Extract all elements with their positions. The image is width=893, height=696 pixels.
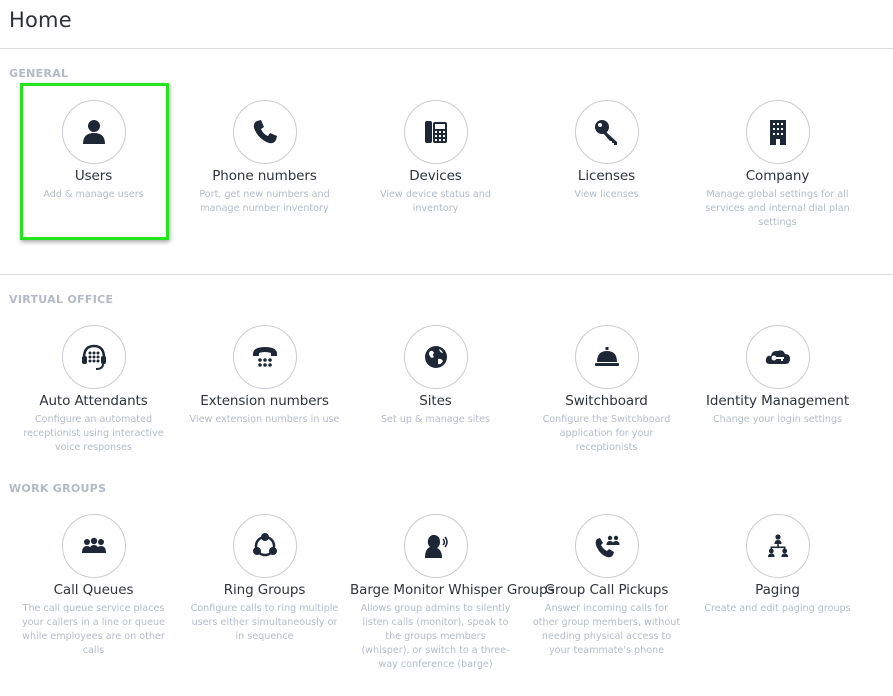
tile-title: Licenses <box>577 168 636 184</box>
desk-phone-icon <box>424 121 447 143</box>
tile-desc: Manage global settings for all services … <box>705 189 850 228</box>
tile-title: Ring Groups <box>223 582 306 598</box>
tile-desc: Create and edit paging groups <box>704 603 851 614</box>
tile-title: Devices <box>409 168 462 184</box>
tile-ring-groups[interactable]: Ring Groups Configure calls to ring mult… <box>179 514 350 644</box>
tile-call-queues[interactable]: Call Queues The call queue service place… <box>8 514 179 658</box>
tile-title: Company <box>745 168 810 184</box>
ring-group-icon-circle <box>232 514 297 578</box>
tile-title: Auto Attendants <box>39 393 148 409</box>
tile-desc: Set up & manage sites <box>380 414 491 425</box>
globe-icon <box>424 346 447 368</box>
user-icon-circle <box>61 100 126 164</box>
tile-title: Call Queues <box>53 582 134 598</box>
tile-group-call-pickups[interactable]: Group Call Pickups Answer incoming calls… <box>521 514 692 658</box>
tile-paging[interactable]: Paging Create and edit paging groups <box>692 514 863 616</box>
phone-icon <box>253 120 277 144</box>
tile-devices[interactable]: Devices View device status and inventory <box>350 100 521 216</box>
tile-identity-management[interactable]: Identity Management Change your login se… <box>692 325 863 427</box>
section-title-virtual-office: VIRTUAL OFFICE <box>9 293 114 306</box>
page-title: Home <box>9 8 72 32</box>
tile-title: Sites <box>419 393 452 409</box>
service-bell-icon <box>594 347 619 366</box>
headset-keypad-icon <box>81 344 106 370</box>
rotary-phone-icon <box>252 347 277 367</box>
tile-title: Paging <box>755 582 800 598</box>
key-icon <box>594 120 617 145</box>
org-chart-icon-circle <box>745 514 810 578</box>
tile-desc: Configure the Switchboard application fo… <box>542 414 671 453</box>
cloud-key-icon-circle <box>745 325 810 389</box>
tile-desc: Add & manage users <box>43 189 144 200</box>
tile-barge-monitor-whisper-groups[interactable]: Barge Monitor Whisper Groups Allows grou… <box>350 514 555 672</box>
rotary-phone-icon-circle <box>232 325 297 389</box>
tile-licenses[interactable]: Licenses View licenses <box>521 100 692 202</box>
tile-desc: Configure an automated receptionist usin… <box>23 414 164 453</box>
speaking-head-icon <box>424 534 448 558</box>
tile-switchboard[interactable]: Switchboard Configure the Switchboard ap… <box>521 325 692 455</box>
tile-desc: View device status and inventory <box>380 189 491 214</box>
tile-title: Identity Management <box>705 393 850 409</box>
building-icon <box>769 120 786 145</box>
tile-desc: Answer incoming calls for other group me… <box>532 603 681 656</box>
cloud-key-icon <box>765 350 790 364</box>
header-divider <box>0 48 893 49</box>
tile-title: Users <box>74 168 113 184</box>
section-title-work-groups: WORK GROUPS <box>9 482 107 495</box>
speaking-head-icon-circle <box>403 514 468 578</box>
tile-desc: Port, get new numbers and manage number … <box>199 189 330 214</box>
phone-icon-circle <box>232 100 297 164</box>
group-queue-icon <box>81 537 106 553</box>
user-icon <box>82 120 105 144</box>
tile-title: Phone numbers <box>212 168 317 184</box>
tile-desc: Configure calls to ring multiple users e… <box>190 603 339 642</box>
service-bell-icon-circle <box>574 325 639 389</box>
tile-auto-attendants[interactable]: Auto Attendants Configure an automated r… <box>8 325 179 455</box>
tile-title: Group Call Pickups <box>544 582 669 598</box>
tile-title: Barge Monitor Whisper Groups <box>350 582 555 598</box>
tile-sites[interactable]: Sites Set up & manage sites <box>350 325 521 427</box>
section-divider <box>0 274 893 275</box>
building-icon-circle <box>745 100 810 164</box>
phone-group-icon-circle <box>574 514 639 578</box>
ring-group-icon <box>252 533 277 557</box>
phone-group-icon <box>595 535 619 558</box>
tile-users[interactable]: Users Add & manage users <box>8 100 179 202</box>
group-queue-icon-circle <box>61 514 126 578</box>
tile-title: Extension numbers <box>200 393 329 409</box>
section-title-general: GENERAL <box>9 67 69 80</box>
tile-desc: Change your login settings <box>712 414 843 425</box>
tile-desc: Allows group admins to silently listen c… <box>360 603 511 670</box>
tile-extension-numbers[interactable]: Extension numbers View extension numbers… <box>179 325 350 427</box>
tile-desc: The call queue service places your calle… <box>21 603 165 656</box>
tile-desc: View licenses <box>574 189 639 200</box>
desk-phone-icon-circle <box>403 100 468 164</box>
tile-phone-numbers[interactable]: Phone numbers Port, get new numbers and … <box>179 100 350 216</box>
tile-title: Switchboard <box>565 393 648 409</box>
key-icon-circle <box>574 100 639 164</box>
globe-icon-circle <box>403 325 468 389</box>
tile-company[interactable]: Company Manage global settings for all s… <box>692 100 863 230</box>
tile-desc: View extension numbers in use <box>189 414 340 425</box>
headset-keypad-icon-circle <box>61 325 126 389</box>
org-chart-icon <box>767 534 788 557</box>
